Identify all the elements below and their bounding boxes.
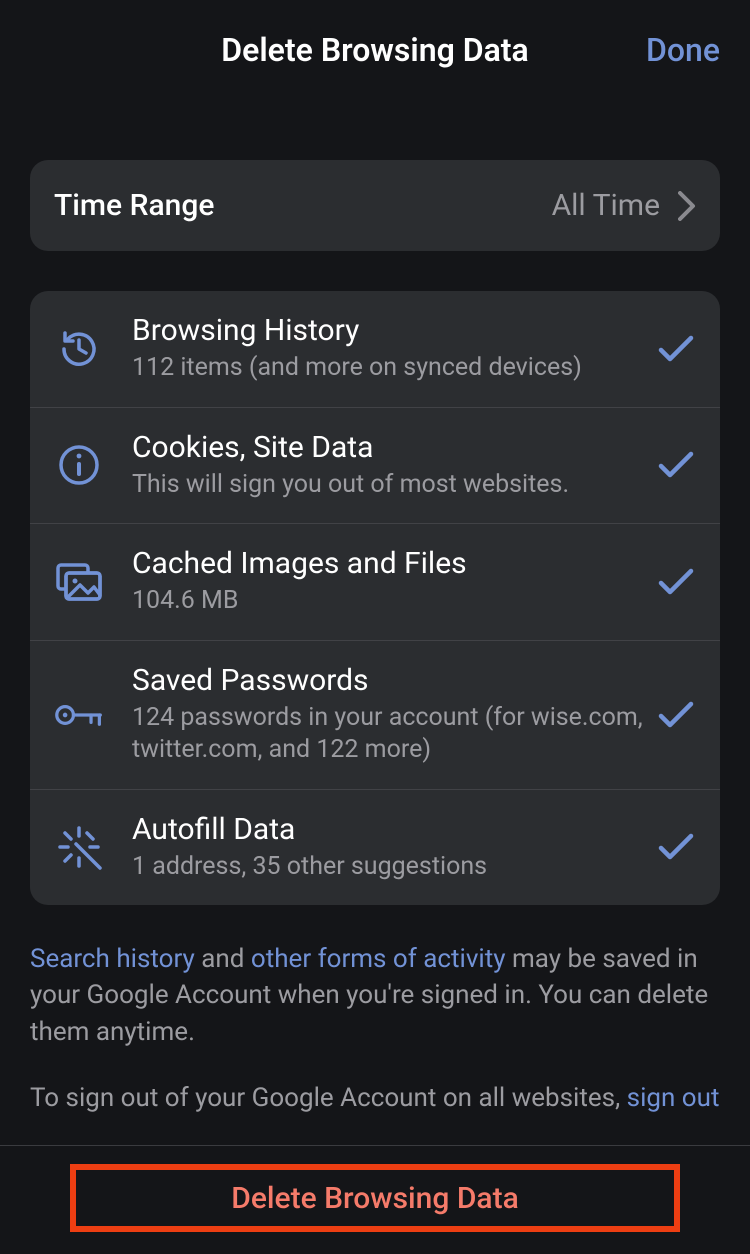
chevron-right-icon bbox=[678, 191, 696, 221]
checkmark-icon bbox=[656, 568, 696, 596]
row-subtitle: 112 items (and more on synced devices) bbox=[132, 352, 644, 385]
row-title: Browsing History bbox=[132, 313, 644, 348]
data-types-section: Browsing History 112 items (and more on s… bbox=[30, 291, 720, 905]
row-text: Saved Passwords 124 passwords in your acc… bbox=[132, 663, 644, 767]
row-title: Cached Images and Files bbox=[132, 546, 644, 581]
wand-icon bbox=[54, 822, 104, 872]
time-range-value: All Time bbox=[552, 188, 660, 223]
search-history-link[interactable]: Search history bbox=[30, 944, 195, 974]
time-range-row[interactable]: Time Range All Time bbox=[30, 160, 720, 251]
time-range-label: Time Range bbox=[54, 188, 214, 223]
header: Delete Browsing Data Done bbox=[0, 0, 750, 100]
data-type-row[interactable]: Autofill Data 1 address, 35 other suggest… bbox=[30, 789, 720, 906]
row-text: Cookies, Site Data This will sign you out… bbox=[132, 430, 644, 502]
row-text: Browsing History 112 items (and more on s… bbox=[132, 313, 644, 385]
data-type-row[interactable]: Browsing History 112 items (and more on s… bbox=[30, 291, 720, 407]
row-text: Autofill Data 1 address, 35 other suggest… bbox=[132, 812, 644, 884]
checkmark-icon bbox=[656, 335, 696, 363]
delete-browsing-data-button[interactable]: Delete Browsing Data bbox=[70, 1164, 680, 1232]
data-type-row[interactable]: Cached Images and Files 104.6 MB bbox=[30, 523, 720, 640]
done-button[interactable]: Done bbox=[646, 31, 720, 69]
row-text: Cached Images and Files 104.6 MB bbox=[132, 546, 644, 618]
key-icon bbox=[54, 690, 104, 740]
row-subtitle: 104.6 MB bbox=[132, 585, 644, 618]
action-bar: Delete Browsing Data bbox=[0, 1145, 750, 1254]
other-activity-link[interactable]: other forms of activity bbox=[251, 944, 506, 974]
row-title: Saved Passwords bbox=[132, 663, 644, 698]
row-title: Autofill Data bbox=[132, 812, 644, 847]
time-range-section: Time Range All Time bbox=[30, 160, 720, 251]
row-subtitle: This will sign you out of most websites. bbox=[132, 469, 644, 502]
image-icon bbox=[54, 557, 104, 607]
footer-text: Search history and other forms of activi… bbox=[30, 941, 720, 1117]
sign-out-link[interactable]: sign out bbox=[627, 1083, 720, 1113]
row-subtitle: 124 passwords in your account (for wise.… bbox=[132, 702, 644, 767]
data-type-row[interactable]: Saved Passwords 124 passwords in your acc… bbox=[30, 640, 720, 789]
data-type-row[interactable]: Cookies, Site Data This will sign you out… bbox=[30, 407, 720, 524]
checkmark-icon bbox=[656, 701, 696, 729]
row-subtitle: 1 address, 35 other suggestions bbox=[132, 851, 644, 884]
page-title: Delete Browsing Data bbox=[221, 31, 528, 69]
info-icon bbox=[54, 440, 104, 490]
row-title: Cookies, Site Data bbox=[132, 430, 644, 465]
history-icon bbox=[54, 324, 104, 374]
checkmark-icon bbox=[656, 833, 696, 861]
checkmark-icon bbox=[656, 451, 696, 479]
